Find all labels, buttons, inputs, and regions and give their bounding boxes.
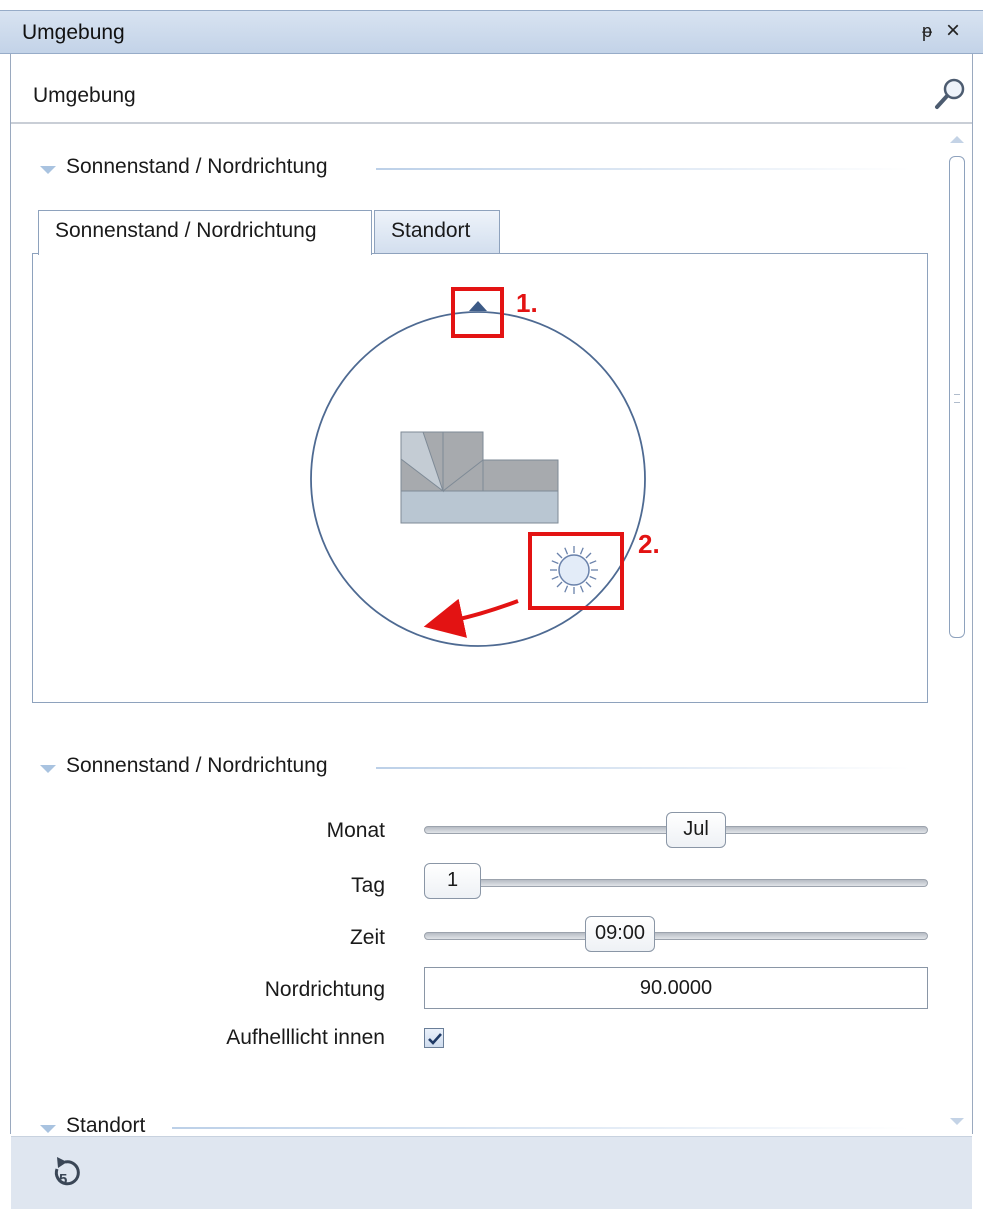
reset-icon[interactable]: 5	[47, 1153, 83, 1191]
search-bar-label: Umgebung	[33, 84, 136, 107]
section-settings-title: Sonnenstand / Nordrichtung	[66, 754, 328, 777]
section-divider	[376, 767, 910, 769]
annotation-label-2: 2.	[638, 529, 660, 559]
tab-location-label: Standort	[391, 219, 471, 242]
annotation-box-2	[528, 532, 624, 610]
day-slider-track[interactable]	[424, 879, 928, 887]
palette-left-border	[10, 54, 11, 1134]
building-icon	[400, 431, 559, 524]
collapse-arrow-icon[interactable]	[40, 1125, 56, 1133]
month-slider-thumb[interactable]: Jul	[666, 812, 726, 848]
section-location-title: Standort	[66, 1114, 146, 1137]
environment-palette: Umgebung ᵽ × Umgebung Sonnenstand / Nord…	[0, 0, 983, 1209]
section-sun-header[interactable]: Sonnenstand / Nordrichtung	[40, 155, 920, 185]
close-icon[interactable]: ×	[946, 17, 960, 45]
checkmark-icon	[428, 1033, 442, 1045]
section-sun-title: Sonnenstand / Nordrichtung	[66, 155, 328, 178]
svg-text:5: 5	[59, 1171, 67, 1188]
fill-light-label: Aufhelllicht innen	[226, 1026, 385, 1049]
tab-sun-north-label: Sonnenstand / Nordrichtung	[55, 219, 317, 242]
vertical-scrollbar[interactable]	[946, 132, 968, 1132]
tab-sun-north[interactable]: Sonnenstand / Nordrichtung	[38, 210, 372, 255]
pin-icon[interactable]: ᵽ	[922, 21, 932, 42]
day-label: Tag	[351, 874, 385, 897]
section-divider	[376, 168, 910, 170]
collapse-arrow-icon[interactable]	[40, 166, 56, 174]
annotation-box-1	[451, 287, 504, 338]
collapse-arrow-icon[interactable]	[40, 765, 56, 773]
north-direction-label: Nordrichtung	[264, 978, 385, 1001]
palette-titlebar[interactable]: Umgebung ᵽ ×	[0, 10, 983, 54]
drag-direction-arrow	[423, 598, 519, 638]
palette-title: Umgebung	[22, 21, 125, 44]
tab-location[interactable]: Standort	[374, 210, 500, 254]
search-bar: Umgebung	[11, 54, 972, 124]
scroll-up-icon[interactable]	[950, 136, 964, 143]
palette-right-border	[972, 54, 973, 1134]
scroll-down-icon[interactable]	[950, 1118, 964, 1125]
section-divider	[172, 1127, 910, 1129]
search-icon[interactable]	[933, 76, 967, 110]
scrollbar-grip-icon	[954, 394, 960, 403]
month-label: Monat	[326, 819, 385, 842]
day-slider-thumb[interactable]: 1	[424, 863, 481, 899]
palette-footer: 5	[11, 1136, 972, 1209]
time-label: Zeit	[349, 926, 385, 949]
annotation-label-1: 1.	[516, 288, 538, 318]
time-slider-thumb[interactable]: 09:00	[585, 916, 655, 952]
time-slider-track[interactable]	[424, 932, 928, 940]
fill-light-checkbox[interactable]	[424, 1028, 444, 1048]
section-settings-header[interactable]: Sonnenstand / Nordrichtung	[40, 754, 920, 784]
north-direction-input[interactable]: 90.0000	[424, 967, 928, 1009]
